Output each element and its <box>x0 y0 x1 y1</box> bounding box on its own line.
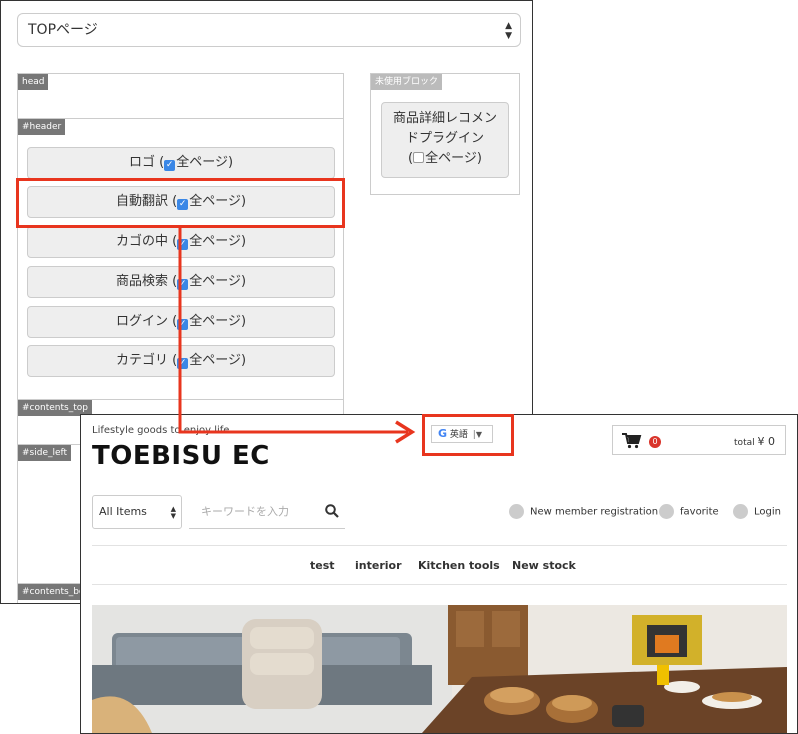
highlight-auto-translate-block <box>16 178 345 228</box>
block-logo[interactable]: ロゴ (✓ 全ページ) <box>27 147 335 179</box>
block-check-label: 全ページ) <box>425 151 482 166</box>
search-input[interactable]: キーワードを入力 <box>189 495 345 529</box>
cart-widget[interactable]: 0 total ¥ 0 <box>612 425 786 455</box>
divider <box>92 545 787 546</box>
login-label: Login <box>754 506 781 518</box>
block-label: 商品検索 ( <box>115 274 178 289</box>
nav-item-interior[interactable]: interior <box>355 559 402 572</box>
site-tagline: Lifestyle goods to enjoy life <box>92 425 230 436</box>
zone-label-header: #header <box>18 119 66 135</box>
block-category[interactable]: カテゴリ (✓ 全ページ) <box>27 345 335 377</box>
cart-total-value: ¥ 0 <box>757 435 776 448</box>
register-link[interactable]: New member registration <box>509 504 658 521</box>
search-placeholder: キーワードを入力 <box>201 505 289 518</box>
favorite-label: favorite <box>680 506 719 518</box>
block-check-label: 全ページ) <box>189 353 247 368</box>
nav-item-kitchen-tools[interactable]: Kitchen tools <box>418 559 500 572</box>
zone-head: head <box>17 73 344 121</box>
nav-item-new-stock[interactable]: New stock <box>512 559 576 572</box>
checkbox-checked-icon[interactable]: ✓ <box>164 160 176 171</box>
block-cart[interactable]: カゴの中 (✓ 全ページ) <box>27 226 335 258</box>
zone-unused: 未使用ブロック 商品詳細レコメン ドプラグイン (全ページ) <box>370 73 520 195</box>
checkbox-unchecked-icon[interactable] <box>413 152 425 163</box>
lock-icon <box>733 504 748 519</box>
divider <box>92 584 787 585</box>
checkbox-checked-icon[interactable]: ✓ <box>177 358 189 369</box>
block-label: 商品詳細レコメン <box>392 111 497 126</box>
user-icon <box>509 504 524 519</box>
page-select[interactable]: TOPページ ▲ ▼ <box>17 13 521 47</box>
nav-item-test[interactable]: test <box>310 559 335 572</box>
hero-banner-image[interactable] <box>92 605 787 733</box>
checkbox-checked-icon[interactable]: ✓ <box>177 239 189 250</box>
category-select[interactable]: All Items ▲ ▼ <box>92 495 182 529</box>
block-label: ログイン ( <box>115 314 178 329</box>
zone-header: #header ロゴ (✓ 全ページ) 自動翻訳 (✓ 全ページ) カゴの中 (✓ 全… <box>17 118 344 400</box>
favorite-link[interactable]: favorite <box>659 504 719 521</box>
block-label: カゴの中 ( <box>115 234 178 249</box>
block-recommend-plugin[interactable]: 商品詳細レコメン ドプラグイン (全ページ) <box>381 102 509 178</box>
cart-icon <box>622 433 642 449</box>
select-arrows-icon: ▲ ▼ <box>170 505 176 520</box>
block-login[interactable]: ログイン (✓ 全ページ) <box>27 306 335 338</box>
register-label: New member registration <box>530 506 659 518</box>
highlight-translate-widget <box>422 414 514 456</box>
search-icon[interactable] <box>325 504 339 518</box>
category-select-value: All Items <box>99 505 147 518</box>
checkbox-checked-icon[interactable]: ✓ <box>177 319 189 330</box>
block-check-label: 全ページ) <box>189 274 247 289</box>
page-select-value: TOPページ <box>28 22 98 38</box>
block-check-label: 全ページ) <box>176 155 234 170</box>
block-label: ロゴ ( <box>128 155 165 170</box>
zone-label-side-left: #side_left <box>18 445 72 461</box>
cart-count-badge: 0 <box>649 436 661 448</box>
select-arrows-icon: ▲ ▼ <box>505 21 512 41</box>
block-check-label: 全ページ) <box>189 234 247 249</box>
zone-label-unused: 未使用ブロック <box>371 74 443 90</box>
storefront-panel: Lifestyle goods to enjoy life TOEBISU EC… <box>80 414 798 734</box>
block-label: ドプラグイン <box>405 131 484 146</box>
login-link[interactable]: Login <box>733 504 781 521</box>
heart-icon <box>659 504 674 519</box>
checkbox-checked-icon[interactable]: ✓ <box>177 279 189 290</box>
block-check-label: 全ページ) <box>189 314 247 329</box>
block-label: カテゴリ ( <box>115 353 178 368</box>
site-logo[interactable]: TOEBISU EC <box>92 441 270 471</box>
cart-total-label: total <box>734 438 755 448</box>
block-product-search[interactable]: 商品検索 (✓ 全ページ) <box>27 266 335 298</box>
zone-label-head: head <box>18 74 49 90</box>
